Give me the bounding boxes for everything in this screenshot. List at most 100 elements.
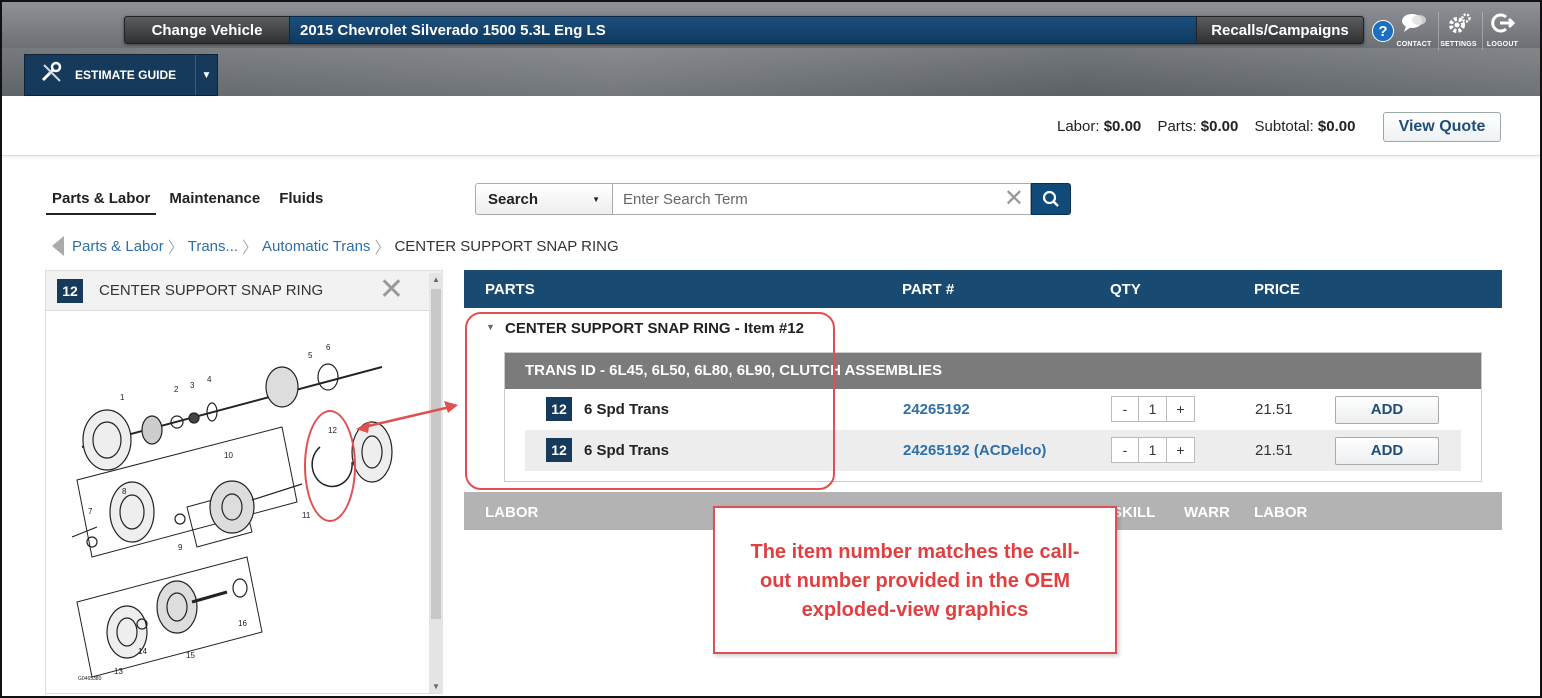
close-icon[interactable]: ✕ — [379, 275, 404, 305]
subtotal-total: $0.00 — [1317, 118, 1356, 135]
breadcrumb-current: CENTER SUPPORT SNAP RING — [394, 237, 619, 255]
part-price: 21.51 — [1255, 442, 1293, 459]
search-input[interactable] — [613, 185, 993, 213]
qty-decrement-button[interactable]: - — [1111, 437, 1139, 463]
logout-label: LOGOUT — [1486, 41, 1519, 48]
illustration-title: CENTER SUPPORT SNAP RING — [99, 282, 324, 299]
callout-8: 8 — [122, 487, 127, 496]
callout-11: 11 — [302, 511, 311, 520]
subtotal-label: Subtotal: — [1254, 118, 1314, 135]
qty-input[interactable]: 1 — [1139, 437, 1167, 463]
quantity-stepper: - 1 + — [1111, 396, 1195, 422]
search-type-select[interactable]: Search ▼ — [475, 183, 613, 215]
chat-icon — [1394, 12, 1434, 41]
annotation-highlight-ring — [304, 410, 356, 522]
labor-label: Labor: — [1057, 118, 1100, 135]
breadcrumb: Parts & Labor 〉 Trans... 〉 Automatic Tra… — [52, 234, 619, 258]
totals: Labor: $0.00 Parts: $0.00 Subtotal: $0.0… — [1057, 118, 1355, 135]
contact-button[interactable]: CONTACT — [1394, 12, 1434, 50]
col-labor-hours: LABOR — [1254, 504, 1308, 521]
scrollbar-thumb[interactable] — [431, 289, 441, 619]
search-input-wrap: ✕ — [613, 183, 1031, 215]
breadcrumb-trans[interactable]: Trans... — [188, 238, 238, 255]
callout-6: 6 — [326, 343, 331, 352]
clear-icon[interactable]: ✕ — [1004, 186, 1024, 212]
tab-maintenance[interactable]: Maintenance — [163, 190, 266, 215]
logout-button[interactable]: LOGOUT — [1482, 12, 1522, 50]
gear-icon — [1439, 12, 1478, 41]
callout-1: 1 — [120, 393, 125, 402]
chevron-down-icon[interactable]: ▼ — [195, 55, 217, 95]
qty-input[interactable]: 1 — [1139, 396, 1167, 422]
col-warr: WARR — [1184, 504, 1230, 521]
illustration-header: 12 CENTER SUPPORT SNAP RING ✕ — [46, 271, 442, 311]
add-part-button[interactable]: ADD — [1335, 437, 1439, 465]
recalls-campaigns-button[interactable]: Recalls/Campaigns — [1196, 16, 1364, 44]
callout-10: 10 — [224, 451, 233, 460]
change-vehicle-button[interactable]: Change Vehicle — [124, 16, 290, 44]
col-skill: SKILL — [1112, 504, 1156, 521]
annotation-note: The item number matches the call-out num… — [713, 506, 1117, 654]
estimate-guide-label: ESTIMATE GUIDE — [75, 68, 177, 82]
vehicle-name: 2015 Chevrolet Silverado 1500 5.3L Eng L… — [290, 16, 1196, 44]
parts-label: Parts: — [1157, 118, 1197, 135]
scroll-up-icon[interactable]: ▲ — [432, 275, 440, 284]
col-parts: PARTS — [485, 281, 535, 298]
qty-decrement-button[interactable]: - — [1111, 396, 1139, 422]
contact-label: CONTACT — [1396, 41, 1432, 48]
exploded-view-diagram: 1 2 3 4 5 6 7 8 9 10 11 12 13 14 15 16 G… — [71, 343, 393, 682]
breadcrumb-separator: 〉 — [167, 240, 184, 257]
qty-increment-button[interactable]: + — [1167, 396, 1195, 422]
quote-summary: Labor: $0.00 Parts: $0.00 Subtotal: $0.0… — [2, 96, 1540, 156]
callout-2: 2 — [174, 385, 179, 394]
vehicle-bar: Change Vehicle 2015 Chevrolet Silverado … — [124, 16, 1364, 44]
breadcrumb-separator: 〉 — [242, 240, 259, 257]
illustration-scrollbar[interactable]: ▲ ▼ — [429, 273, 443, 693]
caret-down-icon: ▼ — [592, 194, 600, 204]
callout-7: 7 — [88, 507, 93, 516]
callout-15: 15 — [186, 651, 195, 660]
scroll-down-icon[interactable]: ▼ — [432, 682, 440, 691]
part-number-link[interactable]: 24265192 (ACDelco) — [903, 442, 1046, 459]
qty-increment-button[interactable]: + — [1167, 437, 1195, 463]
callout-3: 3 — [190, 381, 195, 390]
search-icon — [1042, 190, 1059, 207]
col-part-number: PART # — [902, 281, 955, 298]
wrench-screwdriver-icon — [37, 61, 67, 89]
annotation-highlight-box — [465, 312, 835, 490]
tab-fluids[interactable]: Fluids — [273, 190, 329, 215]
estimate-guide-button[interactable]: ESTIMATE GUIDE ▼ — [24, 54, 218, 96]
back-arrow-icon[interactable] — [52, 236, 64, 256]
col-qty: QTY — [1110, 281, 1141, 298]
callout-9: 9 — [178, 543, 183, 552]
labor-total: $0.00 — [1103, 118, 1142, 135]
view-quote-button[interactable]: View Quote — [1383, 112, 1501, 142]
item-number-badge: 12 — [57, 278, 83, 303]
col-price: PRICE — [1254, 281, 1300, 298]
help-icon[interactable]: ? — [1372, 20, 1394, 42]
col-labor: LABOR — [485, 504, 539, 521]
part-price: 21.51 — [1255, 401, 1293, 418]
breadcrumb-parts-labor[interactable]: Parts & Labor — [72, 238, 164, 255]
search-type-value: Search — [488, 190, 539, 208]
quantity-stepper: - 1 + — [1111, 437, 1195, 463]
parts-total: $0.00 — [1200, 118, 1239, 135]
callout-4: 4 — [207, 375, 212, 384]
diagram-code: G0465380 — [78, 676, 102, 682]
logout-icon — [1483, 12, 1522, 41]
callout-16: 16 — [238, 619, 247, 628]
tab-parts-labor[interactable]: Parts & Labor — [46, 190, 157, 215]
search-bar: Search ▼ ✕ — [475, 183, 1071, 215]
callout-5: 5 — [308, 351, 313, 360]
callout-13: 13 — [114, 667, 123, 676]
app-window: Change Vehicle 2015 Chevrolet Silverado … — [0, 0, 1542, 698]
double-arrow-icon — [356, 401, 458, 433]
search-button[interactable] — [1031, 183, 1071, 215]
part-number-link[interactable]: 24265192 — [903, 401, 970, 418]
nav-tabs: Parts & Labor Maintenance Fluids — [46, 190, 336, 215]
settings-label: SETTINGS — [1440, 41, 1477, 48]
breadcrumb-automatic-trans[interactable]: Automatic Trans — [262, 238, 370, 255]
parts-table-header: PARTS PART # QTY PRICE — [464, 270, 1502, 308]
add-part-button[interactable]: ADD — [1335, 396, 1439, 424]
settings-button[interactable]: SETTINGS — [1438, 12, 1478, 50]
